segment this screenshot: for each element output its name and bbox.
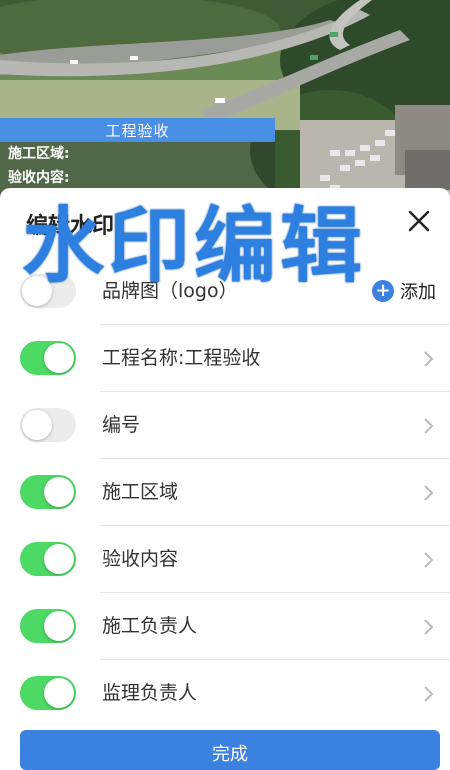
field-toggle[interactable]: [20, 542, 76, 576]
list-item[interactable]: 施工负责人: [0, 593, 450, 660]
toggle-knob: [44, 477, 74, 507]
list-item-label: 验收内容: [102, 548, 179, 570]
toggle-knob: [44, 611, 74, 641]
list-item-label: 监理负责人: [102, 682, 198, 704]
background-photo: 工程验收 施工区域: 验收内容:: [0, 0, 450, 200]
watermark-field-list: 品牌图（logo） + 添加 工程名称:工程验收 编号 施工区域 验收内容 施工…: [0, 258, 450, 727]
list-item-label: 工程名称:工程验收: [102, 347, 261, 369]
chevron-right-icon: [424, 418, 434, 434]
list-item[interactable]: 验收内容: [0, 526, 450, 593]
list-item-label: 施工负责人: [102, 615, 198, 637]
list-item-label: 施工区域: [102, 481, 179, 503]
toggle-knob: [44, 678, 74, 708]
field-toggle[interactable]: [20, 341, 76, 375]
chevron-right-icon: [424, 686, 434, 702]
field-toggle[interactable]: [20, 408, 76, 442]
list-item[interactable]: 施工区域: [0, 459, 450, 526]
toggle-knob: [44, 544, 74, 574]
list-item[interactable]: 监理负责人: [0, 660, 450, 727]
toggle-knob: [22, 410, 52, 440]
chevron-right-icon: [424, 619, 434, 635]
chevron-right-icon: [424, 552, 434, 568]
watermark-area-label: 施工区域:: [8, 146, 70, 162]
chevron-right-icon: [424, 485, 434, 501]
field-toggle[interactable]: [20, 609, 76, 643]
field-toggle[interactable]: [20, 475, 76, 509]
list-item[interactable]: 编号: [0, 392, 450, 459]
list-item[interactable]: 工程名称:工程验收: [0, 325, 450, 392]
field-toggle[interactable]: [20, 676, 76, 710]
toggle-knob: [44, 343, 74, 373]
overlay-banner: 水印编辑: [22, 199, 367, 294]
watermark-title: 工程验收: [0, 118, 275, 142]
list-item-label: 编号: [102, 414, 141, 436]
chevron-right-icon: [424, 351, 434, 367]
done-button[interactable]: 完成: [20, 730, 440, 770]
watermark-content-label: 验收内容:: [8, 170, 70, 186]
